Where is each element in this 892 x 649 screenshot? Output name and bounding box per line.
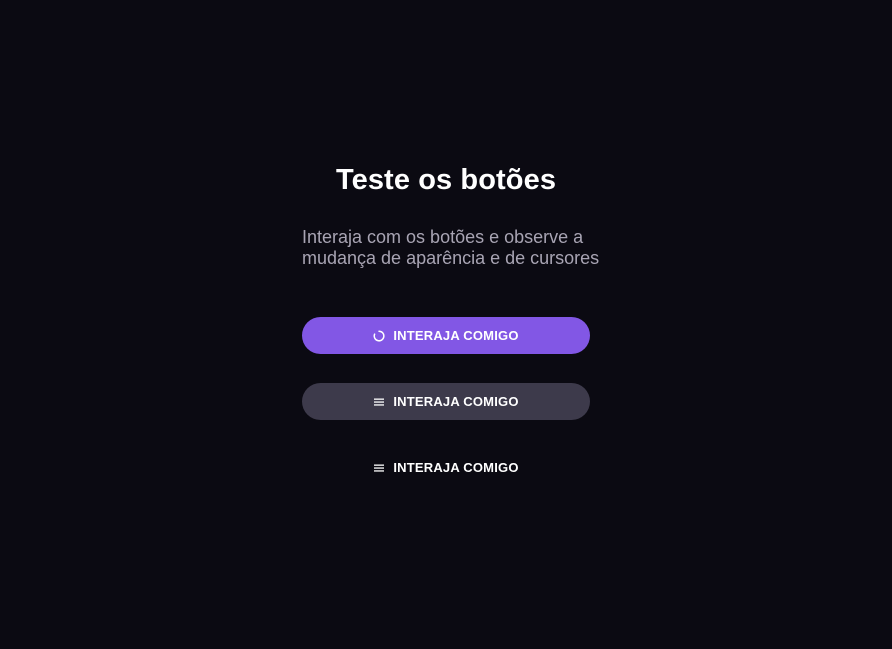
spinner-icon [373, 329, 385, 342]
page-title: Teste os botões [335, 164, 557, 196]
list-icon [373, 462, 385, 474]
tertiary-button[interactable]: INTERAJA COMIGO [302, 449, 590, 486]
primary-button[interactable]: INTERAJA COMIGO [302, 317, 590, 354]
page-container: Teste os botões Interaja com os botões e… [0, 0, 892, 649]
primary-button-label: INTERAJA COMIGO [393, 328, 519, 343]
secondary-button-label: INTERAJA COMIGO [393, 394, 519, 409]
list-icon [373, 396, 385, 408]
page-subtitle: Interaja com os botões e observe a mudan… [302, 227, 600, 268]
secondary-button[interactable]: INTERAJA COMIGO [302, 383, 590, 420]
tertiary-button-label: INTERAJA COMIGO [393, 460, 519, 475]
